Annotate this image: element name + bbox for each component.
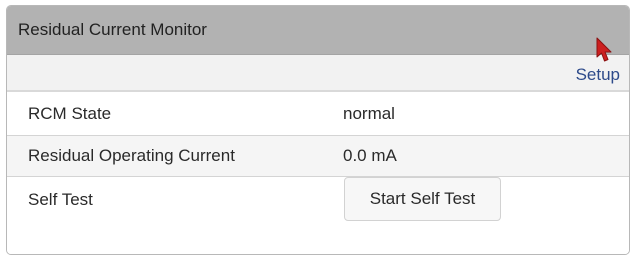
residual-current-value: 0.0 mA: [343, 146, 397, 165]
rcm-state-label: RCM State: [28, 103, 112, 123]
rcm-state-value: normal: [343, 103, 395, 123]
table-row-self-test: Self Test Start Self Test: [7, 177, 629, 254]
mouse-pointer-icon: [596, 37, 612, 62]
table-row-residual-current: Residual Operating Current 0.0 mA: [7, 136, 629, 177]
self-test-label: Self Test: [28, 190, 93, 209]
rcm-panel: Residual Current Monitor Setup RCM State…: [6, 5, 630, 255]
table-row-rcm-state: RCM State normal: [7, 92, 629, 136]
panel-header: Residual Current Monitor: [7, 6, 629, 55]
setup-link[interactable]: Setup: [576, 65, 620, 85]
residual-current-label: Residual Operating Current: [28, 146, 235, 165]
panel-title: Residual Current Monitor: [18, 20, 207, 39]
start-self-test-button[interactable]: Start Self Test: [344, 177, 501, 221]
action-bar: Setup: [7, 55, 629, 92]
